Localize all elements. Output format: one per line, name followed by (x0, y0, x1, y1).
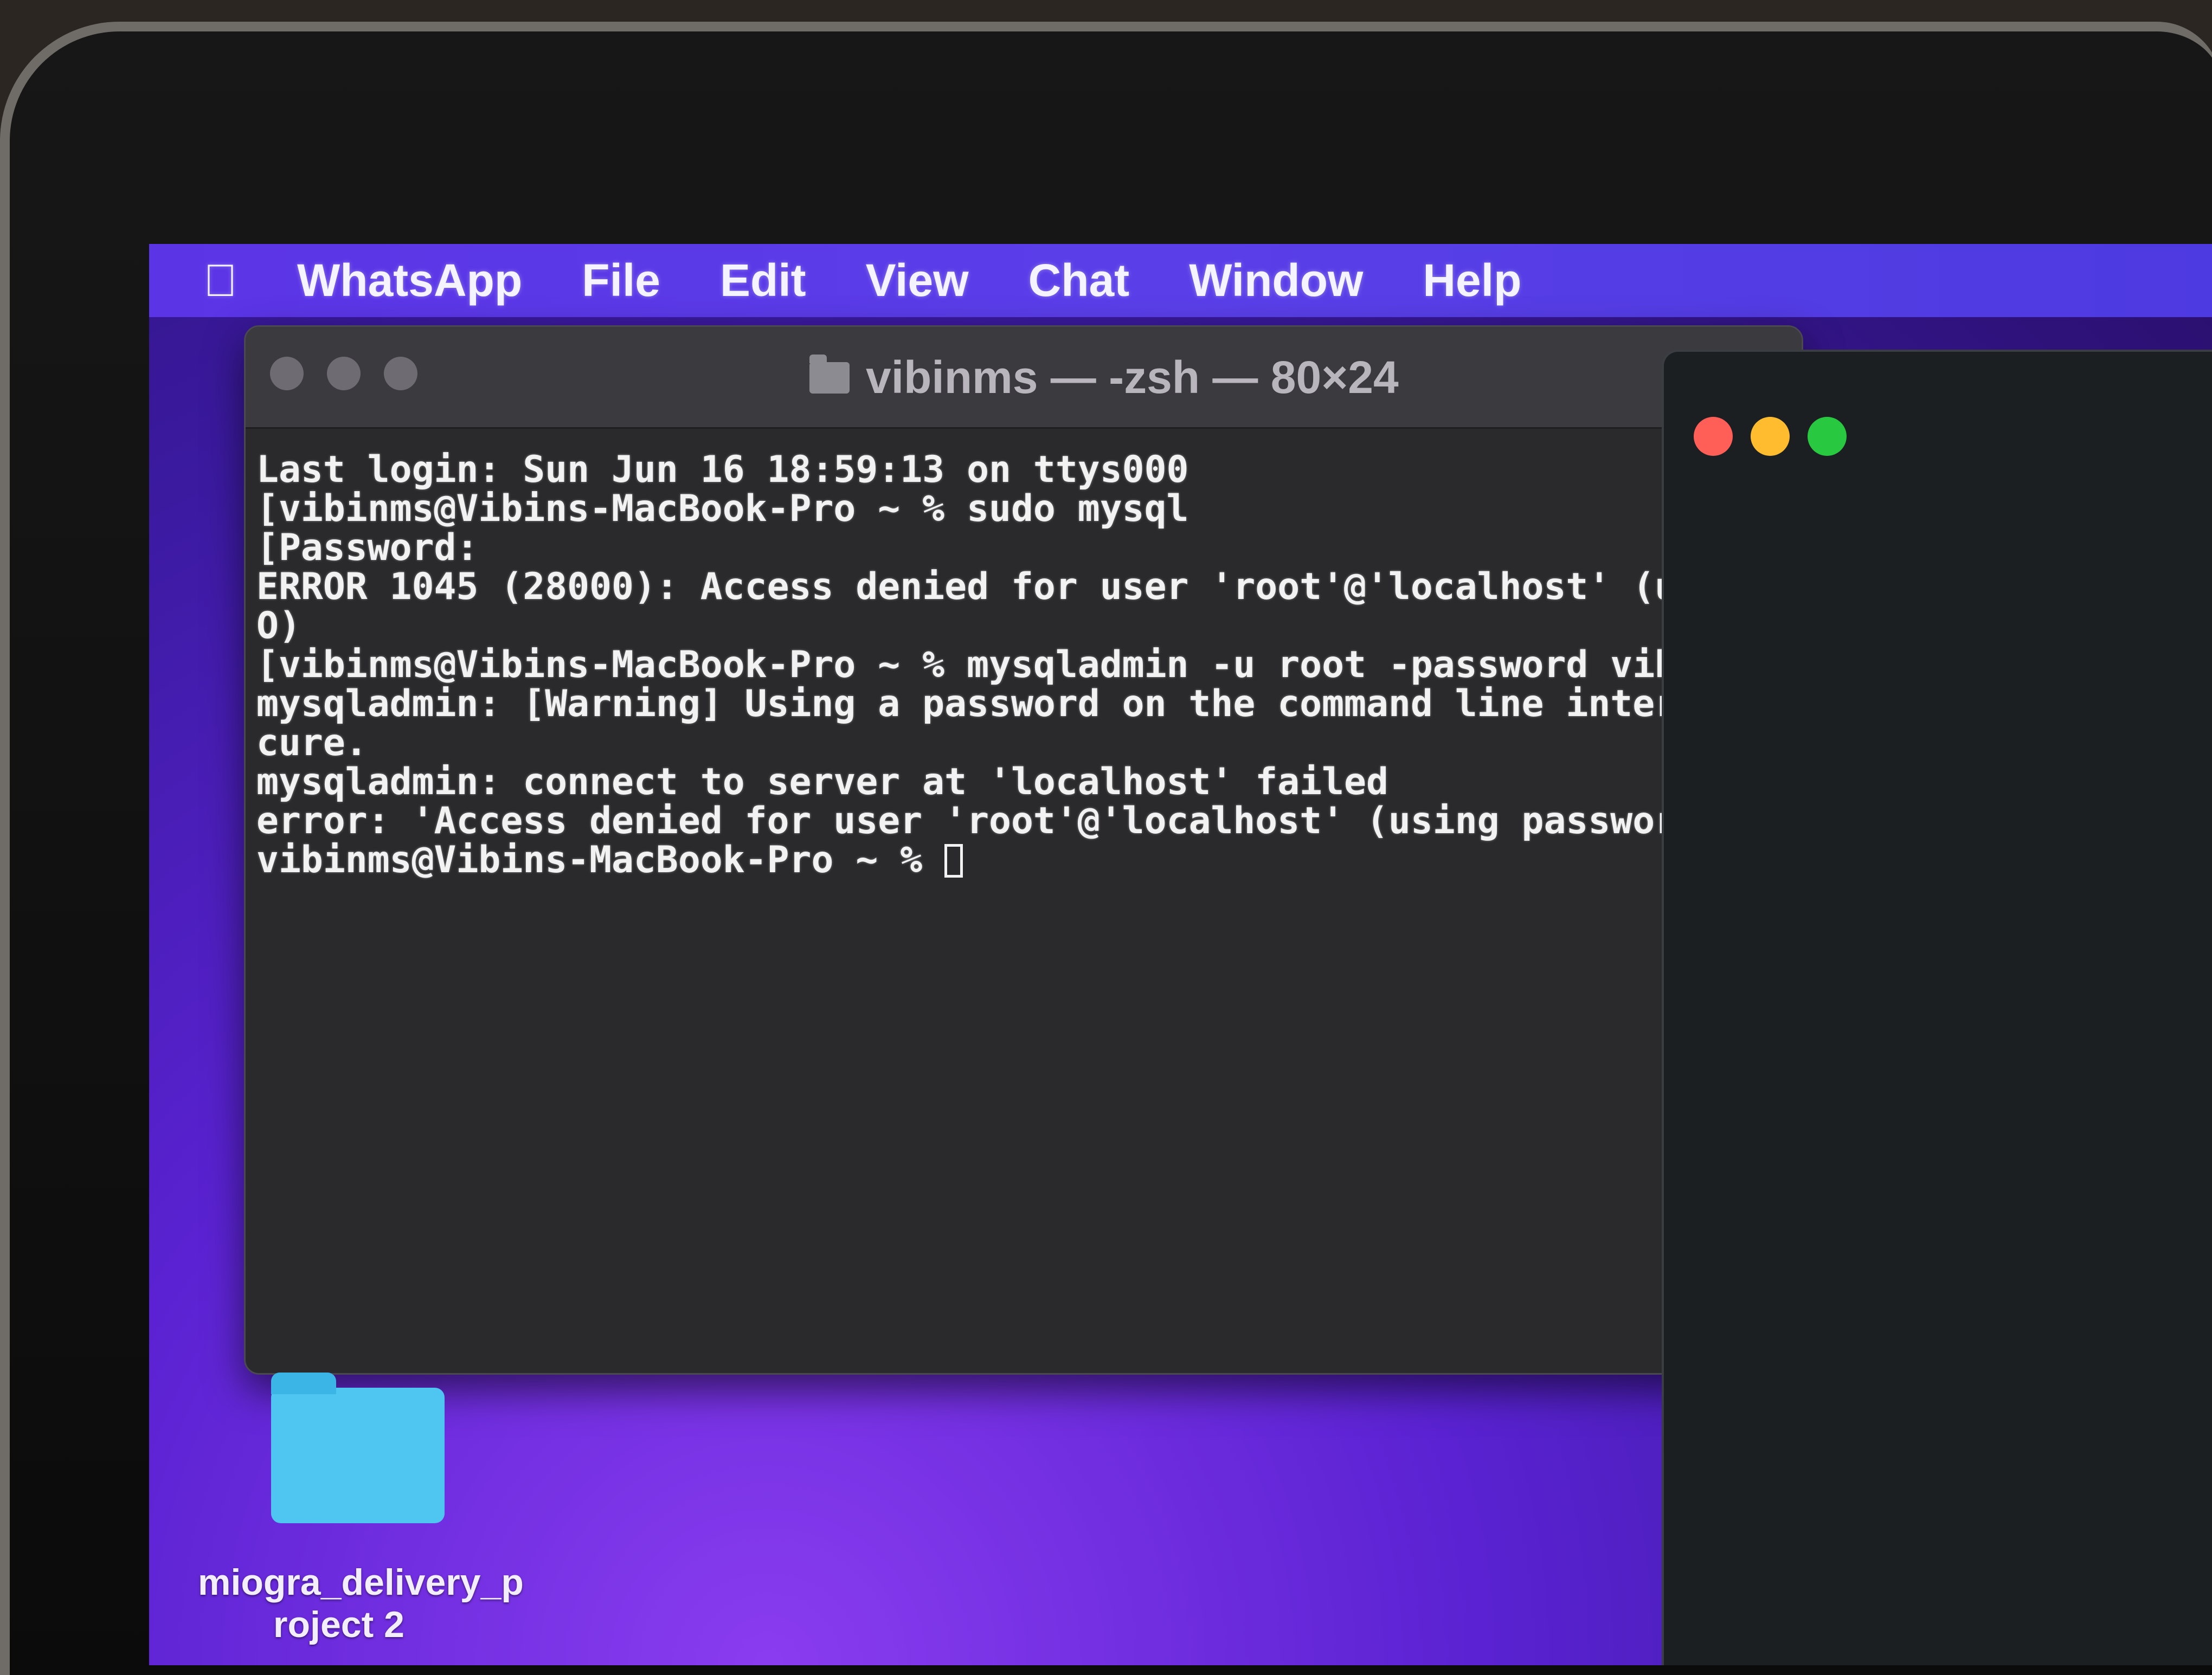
close-button[interactable] (1694, 417, 1733, 456)
terminal-line: [Password: (256, 526, 479, 569)
terminal-title-text: vibinms — -zsh — 80×24 (866, 352, 1399, 403)
close-button[interactable] (270, 357, 304, 390)
terminal-prompt: vibinms@Vibins-MacBook-Pro ~ % (256, 839, 945, 881)
menu-help[interactable]: Help (1423, 254, 1521, 307)
terminal-line: [vibinms@Vibins-MacBook-Pro ~ % sudo mys… (256, 487, 1189, 530)
terminal-line: cure. (256, 721, 368, 764)
text-cursor (944, 844, 963, 878)
menu-bar:  WhatsApp File Edit View Chat Window He… (149, 244, 2212, 317)
zoom-button[interactable] (384, 357, 417, 390)
folder-label-line: miogra_delivery_p (198, 1562, 524, 1603)
menu-file[interactable]: File (582, 254, 660, 307)
terminal-line: mysqladmin: [Warning] Using a password o… (256, 682, 1803, 725)
terminal-line: [vibinms@Vibins-MacBook-Pro ~ % mysqladm… (256, 643, 1803, 686)
menu-window[interactable]: Window (1189, 254, 1363, 307)
terminal-title: vibinms — -zsh — 80×24 (809, 351, 1399, 404)
minimize-button[interactable] (1751, 417, 1790, 456)
menu-chat[interactable]: Chat (1028, 254, 1130, 307)
zoom-button[interactable] (1808, 417, 1847, 456)
folder-label-line: roject 2 (273, 1604, 404, 1645)
terminal-output[interactable]: Last login: Sun Jun 16 18:59:13 on ttys0… (246, 429, 1802, 880)
folder-icon[interactable] (271, 1373, 445, 1523)
menu-view[interactable]: View (866, 254, 969, 307)
terminal-prompt-line[interactable]: vibinms@Vibins-MacBook-Pro ~ % (256, 841, 1802, 880)
secondary-window[interactable] (1662, 350, 2212, 1665)
menu-edit[interactable]: Edit (720, 254, 806, 307)
terminal-line: ERROR 1045 (28000): Access denied for us… (256, 565, 1803, 608)
terminal-titlebar[interactable]: vibinms — -zsh — 80×24 (246, 327, 1802, 429)
apple-menu-icon[interactable]:  (203, 254, 237, 307)
terminal-window[interactable]: vibinms — -zsh — 80×24 Last login: Sun J… (244, 325, 1803, 1375)
terminal-line: mysqladmin: connect to server at 'localh… (256, 761, 1388, 803)
terminal-line: Last login: Sun Jun 16 18:59:13 on ttys0… (256, 448, 1189, 491)
folder-icon (809, 354, 850, 394)
menu-whatsapp[interactable]: WhatsApp (297, 254, 522, 307)
screen:  WhatsApp File Edit View Chat Window He… (149, 244, 2212, 1665)
minimize-button[interactable] (327, 357, 361, 390)
terminal-line: O) (256, 604, 301, 647)
desktop-folder-label[interactable]: miogra_delivery_p roject 2 (198, 1561, 524, 1646)
terminal-line: error: 'Access denied for user 'root'@'l… (256, 800, 1803, 842)
